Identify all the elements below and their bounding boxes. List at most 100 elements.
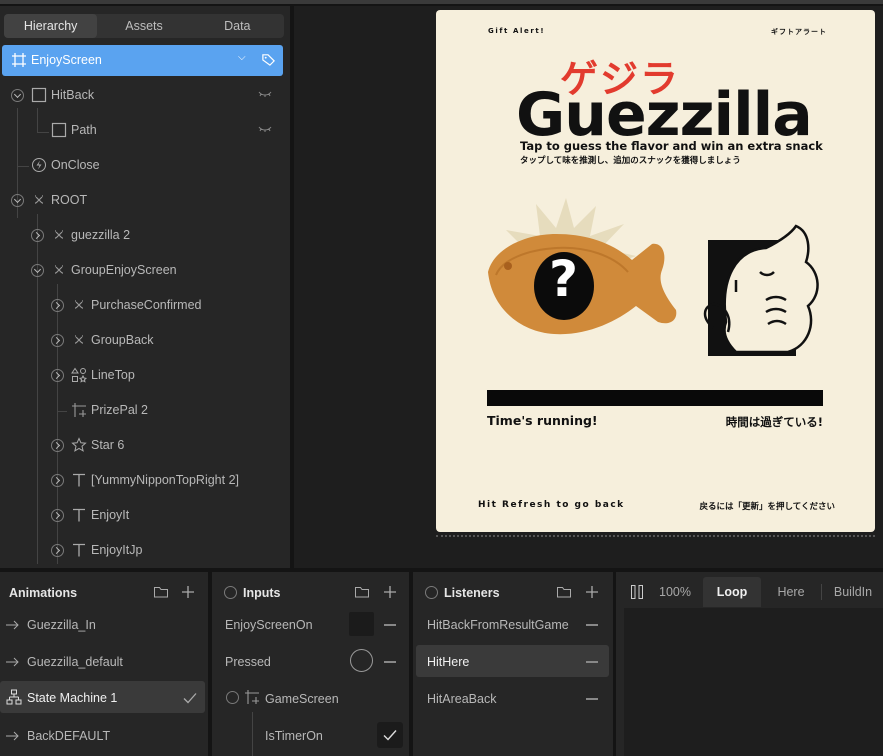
tree-item-enjoyitjp[interactable]: EnjoyItJp [0,535,290,565]
tagline: Tap to guess the flavor and win an extra… [520,139,823,153]
animation-item[interactable]: BackDEFAULT [0,719,205,751]
gift-alert-jp-label: ギフトアラート [771,28,827,36]
expand-icon[interactable] [51,544,64,557]
text-icon [73,543,85,557]
tab-loop[interactable]: Loop [703,577,761,607]
animation-item[interactable]: Guezzilla_In [0,608,205,640]
group-icon [75,300,83,309]
listener-item[interactable]: HitAreaBack [416,682,609,714]
top-bar [0,0,883,4]
remove-icon[interactable] [586,624,598,626]
chevron-down-icon[interactable]: ⌵ [238,52,246,63]
remove-icon[interactable] [384,661,396,663]
tab-assets[interactable]: Assets [97,14,190,38]
panel-tabs: Hierarchy Assets Data [4,14,284,38]
bolt-icon [32,158,46,172]
tree-item-linetop[interactable]: LineTop [0,360,290,390]
folder-icon[interactable] [153,584,169,600]
tree-item-label: PurchaseConfirmed [91,298,202,312]
timeline-panel: 100% Loop Here BuildIn [616,572,883,756]
panel-title: Animations [9,586,78,600]
tab-buildin[interactable]: BuildIn [823,577,883,607]
tab-hierarchy[interactable]: Hierarchy [4,14,98,38]
plus-icon[interactable] [382,584,398,600]
tree-item-enjoyscreen[interactable]: EnjoyScreen ⌵ [2,45,283,76]
tab-here[interactable]: Here [763,577,819,607]
gift-alert-label: Gift Alert! [488,27,546,35]
number-input[interactable] [349,612,374,636]
tree-item-label: LineTop [91,368,135,382]
tree-item-groupback[interactable]: GroupBack [0,325,290,355]
remove-icon[interactable] [586,698,598,700]
tree-item-guezzilla-2[interactable]: guezzilla 2 [0,220,290,250]
input-item[interactable]: IsTimerOn [212,719,409,751]
expand-icon[interactable] [11,194,24,207]
tree-item-groupenjoyscreen[interactable]: GroupEnjoyScreen [0,255,290,285]
animation-label: State Machine 1 [27,691,118,705]
eye-closed-icon[interactable] [258,89,272,99]
tree-item-label: OnClose [51,158,100,172]
expand-icon[interactable] [51,474,64,487]
trigger-button[interactable] [350,649,373,672]
plus-icon[interactable] [180,584,196,600]
expand-icon[interactable] [51,509,64,522]
artboard-enjoyscreen[interactable]: Gift Alert! ギフトアラート ゲジラ Guezzilla Tap to… [436,10,875,532]
expand-icon[interactable] [31,229,44,242]
group-icon [55,230,63,239]
tree-item-star-6[interactable]: Star 6 [0,430,290,460]
expand-icon[interactable] [51,299,64,312]
tree-item-label: EnjoyScreen [31,53,102,67]
check-icon [183,693,197,704]
tree-item-label: EnjoyIt [91,508,130,522]
input-group-label: GameScreen [265,692,339,706]
zoom-level[interactable]: 100% [659,585,691,599]
tag-icon[interactable] [261,52,276,67]
collapse-icon[interactable] [425,586,438,599]
timeline-body[interactable] [624,608,883,756]
arrow-right-icon [6,657,19,667]
tree-item-label: HitBack [51,88,95,102]
animation-item-selected[interactable]: State Machine 1 [0,681,205,713]
tree-item-purchaseconfirmed[interactable]: PurchaseConfirmed [0,290,290,320]
input-item[interactable]: EnjoyScreenOn [212,608,409,640]
time-running-label: Time's running! [487,413,598,428]
tree-item-enjoyit[interactable]: EnjoyIt [0,500,290,530]
arrow-right-icon [6,731,19,741]
animation-label: BackDEFAULT [27,729,111,743]
timeline-tabs: 100% Loop Here BuildIn [616,577,883,607]
tree-item-label: GroupBack [91,333,154,347]
tree-item-onclose[interactable]: OnClose [0,150,290,180]
expand-icon[interactable] [11,89,24,102]
group-icon [35,195,43,204]
folder-icon[interactable] [354,584,370,600]
expand-icon[interactable] [51,439,64,452]
collapse-icon[interactable] [224,586,237,599]
plus-icon[interactable] [584,584,600,600]
input-item[interactable]: Pressed [212,645,409,677]
remove-icon[interactable] [586,661,598,663]
tree-item-root[interactable]: ROOT [0,185,290,215]
expand-icon[interactable] [31,264,44,277]
expand-icon[interactable] [226,691,239,704]
folder-icon[interactable] [556,584,572,600]
expand-icon[interactable] [51,334,64,347]
eye-closed-icon[interactable] [258,124,272,134]
group-icon [75,335,83,344]
tree-item-label: GroupEnjoyScreen [71,263,177,277]
expand-icon[interactable] [51,369,64,382]
input-label: EnjoyScreenOn [225,618,313,632]
remove-icon[interactable] [384,624,396,626]
tree-item-yummynipponTopRight-2[interactable]: [YummyNipponTopRight 2] [0,465,290,495]
animation-item[interactable]: Guezzilla_default [0,645,205,677]
boolean-checkbox[interactable] [377,722,403,748]
tab-data[interactable]: Data [191,14,284,38]
panel-title: Listeners [444,586,500,600]
tree-item-prizepal-2[interactable]: PrizePal 2 [0,395,290,425]
listener-label: HitAreaBack [427,692,497,706]
input-group[interactable]: GameScreen [212,682,409,714]
listener-item[interactable]: HitBackFromResultGame [416,608,609,640]
tree-item-hitback[interactable]: HitBack [0,80,290,110]
listener-item-selected[interactable]: HitHere [416,645,609,677]
pause-icon[interactable] [630,584,644,600]
tree-item-path[interactable]: Path [0,115,290,145]
